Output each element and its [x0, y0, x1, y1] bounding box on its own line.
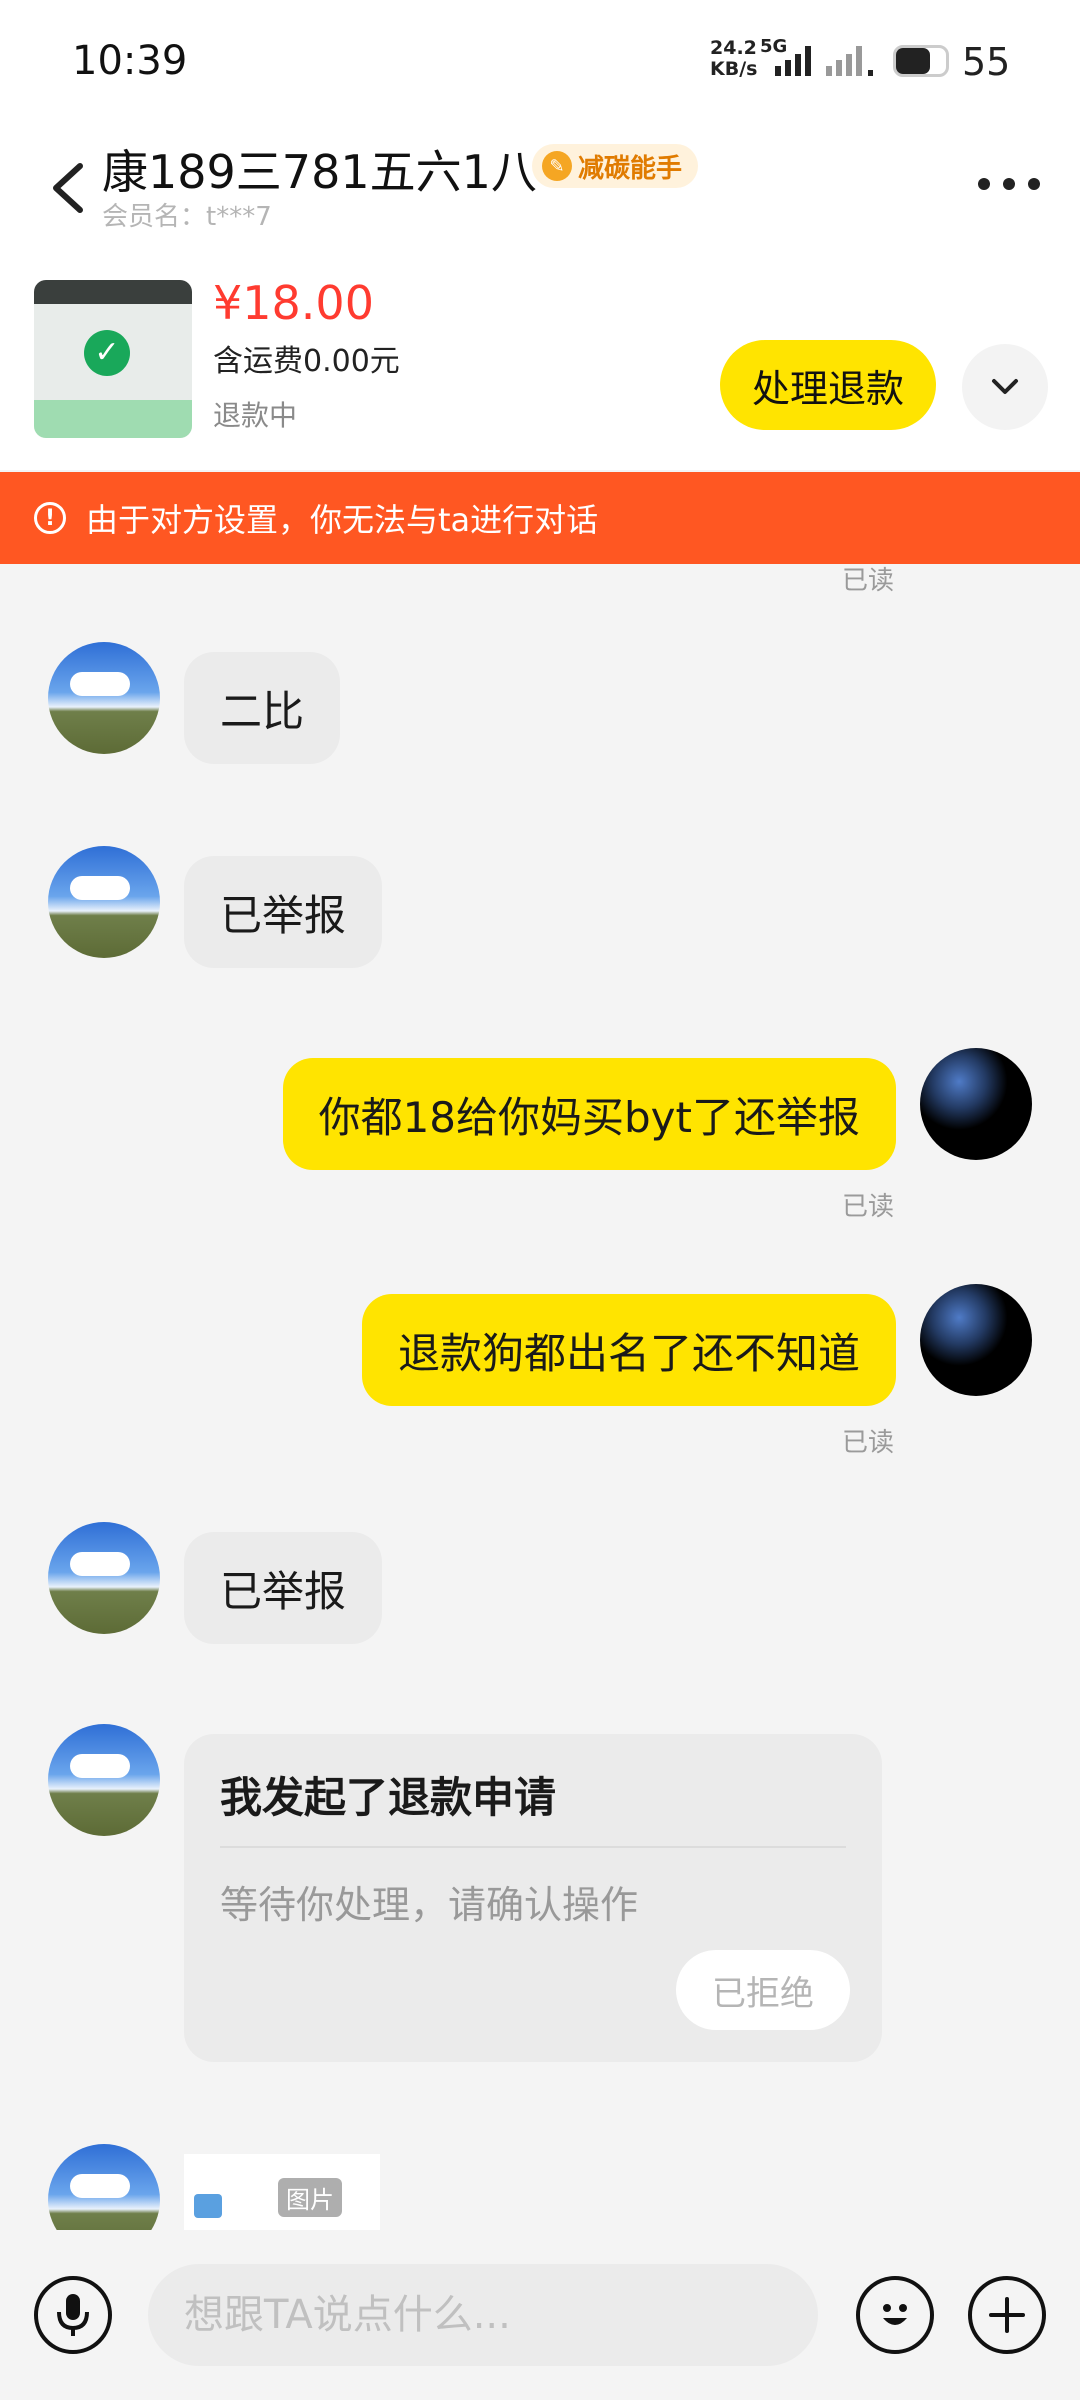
order-status: 退款中 [213, 399, 298, 432]
refund-request-card[interactable]: 我发起了退款申请 等待你处理，请确认操作 已拒绝 [184, 1734, 882, 2062]
outgoing-message[interactable]: 退款狗都出名了还不知道 [361, 1294, 896, 1406]
outgoing-message[interactable]: 你都18给你妈买byt了还举报 [282, 1058, 896, 1170]
divider [220, 1846, 846, 1848]
network-speed-unit: KB/s [710, 58, 758, 80]
contact-avatar[interactable] [48, 642, 160, 754]
contact-name: 康189三781五六1八 [102, 145, 537, 199]
contact-avatar[interactable] [48, 1724, 160, 1836]
emoji-icon [883, 2304, 907, 2325]
battery-icon [893, 45, 949, 77]
chevron-down-icon [992, 379, 1018, 394]
image-message[interactable]: 图片 [184, 2154, 380, 2230]
chat-header: 康189三781五六1八 ✎ 减碳能手 会员名：t***7 ✓ ¥18.00 含… [0, 120, 1080, 470]
refund-card-description: 等待你处理，请确认操作 [220, 1883, 639, 1927]
read-receipt: 已读 [842, 566, 895, 596]
incoming-message[interactable]: 已举报 [184, 856, 383, 968]
carbon-badge[interactable]: ✎ 减碳能手 [532, 144, 699, 188]
member-name: 会员名：t***7 [102, 202, 272, 232]
status-time: 10:39 [72, 38, 188, 84]
emoji-button[interactable] [856, 2276, 934, 2354]
add-button[interactable] [968, 2276, 1046, 2354]
blocked-banner: ! 由于对方设置，你无法与ta进行对话 [0, 472, 1080, 564]
signal-icon [775, 46, 811, 76]
process-refund-button[interactable]: 处理退款 [720, 340, 936, 430]
image-label: 图片 [278, 2178, 342, 2217]
rejected-button[interactable]: 已拒绝 [676, 1950, 850, 2030]
contact-avatar[interactable] [48, 1522, 160, 1634]
incoming-message[interactable]: 二比 [184, 652, 341, 764]
message-list[interactable]: 已读 二比 已举报 你都18给你妈买byt了还举报 已读 退款狗都出名了还不知道… [0, 564, 1080, 2230]
refund-card-title: 我发起了退款申请 [220, 1773, 557, 1822]
banner-message: 由于对方设置，你无法与ta进行对话 [86, 501, 599, 539]
contact-avatar[interactable] [48, 846, 160, 958]
badge-label: 减碳能手 [578, 153, 683, 184]
input-bar [0, 2230, 1080, 2400]
network-speed-value: 24.2 [710, 37, 757, 59]
message-input[interactable] [148, 2264, 818, 2366]
warning-icon: ! [34, 502, 66, 534]
battery-level: 55 [962, 40, 1011, 84]
read-receipt: 已读 [842, 1192, 895, 1222]
read-receipt: 已读 [842, 1428, 895, 1458]
incoming-message[interactable]: 已举报 [184, 1532, 383, 1644]
product-thumbnail[interactable]: ✓ [34, 280, 192, 438]
expand-button[interactable] [962, 344, 1048, 430]
my-avatar[interactable] [920, 1284, 1032, 1396]
signal-icon-secondary [826, 46, 873, 76]
microphone-icon [57, 2294, 89, 2336]
order-shipping: 含运费0.00元 [213, 344, 400, 379]
contact-avatar[interactable] [48, 2144, 160, 2230]
status-bar: 10:39 24.2 KB/s 5G 55 [0, 0, 1080, 120]
leaf-icon: ✎ [542, 151, 572, 181]
image-thumbnail [194, 2194, 222, 2218]
more-options-icon[interactable] [978, 178, 1040, 190]
voice-button[interactable] [34, 2276, 112, 2354]
order-price: ¥18.00 [213, 276, 374, 330]
plus-icon [989, 2297, 1025, 2333]
back-arrow-icon[interactable] [46, 158, 92, 218]
network-speed: 24.2 KB/s [710, 38, 757, 80]
check-icon: ✓ [84, 330, 130, 376]
my-avatar[interactable] [920, 1048, 1032, 1160]
